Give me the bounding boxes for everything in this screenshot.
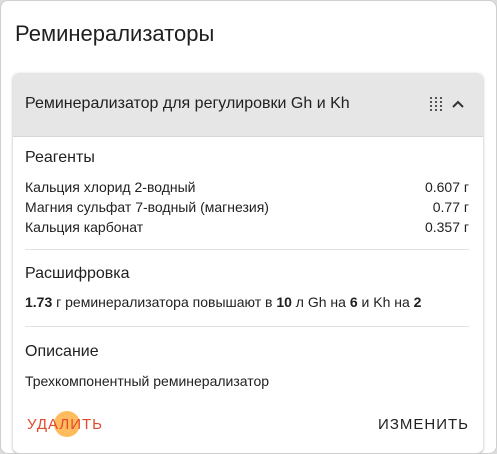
reagent-amount: 0.77 г <box>432 199 469 215</box>
card-header[interactable]: Реминерализатор для регулировки Gh и Kh <box>13 73 483 137</box>
description-heading: Описание <box>25 343 99 360</box>
amount-value: 1.73 <box>25 294 53 310</box>
edit-button[interactable]: Изменить <box>378 416 469 433</box>
volume-value: 10 <box>276 294 292 310</box>
reagent-name: Кальция карбонат <box>25 219 144 235</box>
gh-value: 6 <box>349 294 358 310</box>
page-title: Реминерализаторы <box>15 21 215 46</box>
remineralizer-card: Реминерализатор для регулировки Gh и Kh … <box>13 73 483 453</box>
description-text: Трехкомпонентный реминерализатор <box>25 373 270 389</box>
decoding-summary: 1.73 г реминерализатора повышают в 10 л … <box>25 294 422 310</box>
app-window: Реминерализаторы Реминерализатор для рег… <box>0 0 497 454</box>
kh-value: 2 <box>413 294 422 310</box>
decoding-heading: Расшифровка <box>25 265 130 282</box>
delete-button[interactable]: Удалить <box>27 416 103 433</box>
reagent-amount: 0.357 г <box>424 219 469 235</box>
divider <box>25 249 469 250</box>
card-title: Реминерализатор для регулировки Gh и Kh <box>25 95 350 112</box>
divider <box>25 326 469 327</box>
reagent-name: Магния сульфат 7-водный (магнезия) <box>25 199 269 215</box>
chevron-up-icon[interactable] <box>451 97 465 111</box>
reagent-name: Кальция хлорид 2-водный <box>25 179 196 195</box>
drag-grid-icon[interactable] <box>430 97 442 111</box>
reagents-heading: Реагенты <box>25 149 95 166</box>
reagent-amount: 0.607 г <box>424 179 469 195</box>
